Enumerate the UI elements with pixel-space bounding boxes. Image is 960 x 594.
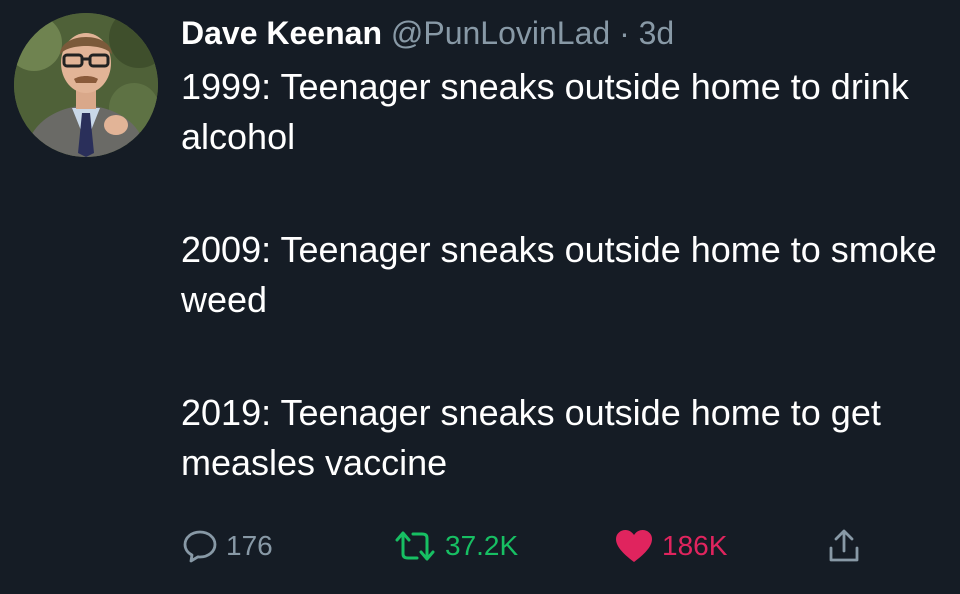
share-icon	[829, 529, 859, 562]
like-count: 186K	[662, 530, 728, 561]
retweet-icon	[395, 531, 435, 561]
like-button[interactable]: 186K	[614, 522, 727, 570]
avatar[interactable]	[14, 13, 158, 157]
tweet-text: 1999: Teenager sneaks outside home to dr…	[181, 62, 951, 488]
avatar-image	[14, 13, 158, 157]
reply-count: 176	[226, 530, 273, 561]
tweet-timestamp[interactable]: 3d	[639, 15, 675, 51]
tweet-actions: 176 37.2K 186K	[0, 522, 960, 572]
retweet-count: 37.2K	[445, 530, 519, 561]
reply-icon	[183, 530, 217, 563]
author-name[interactable]: Dave Keenan	[181, 15, 382, 51]
tweet-paragraph-2019: 2019: Teenager sneaks outside home to ge…	[181, 392, 881, 483]
tweet-header: Dave Keenan @PunLovinLad · 3d	[181, 14, 674, 52]
retweet-button[interactable]: 37.2K	[393, 522, 518, 570]
tweet-paragraph-1999: 1999: Teenager sneaks outside home to dr…	[181, 66, 909, 157]
tweet-paragraph-2009: 2009: Teenager sneaks outside home to sm…	[181, 229, 937, 320]
share-button[interactable]	[826, 522, 862, 570]
heart-icon	[616, 530, 652, 562]
reply-button[interactable]: 176	[182, 522, 273, 570]
author-handle[interactable]: @PunLovinLad	[391, 15, 610, 51]
separator-dot: ·	[619, 15, 630, 51]
